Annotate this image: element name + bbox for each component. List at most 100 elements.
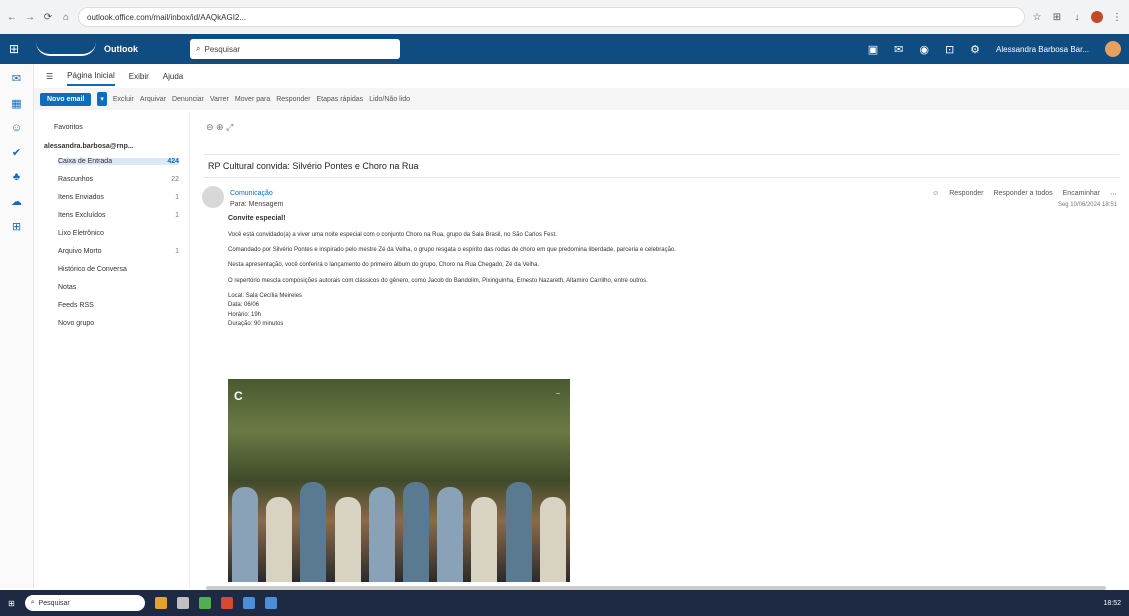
body-paragraph: O repertório mescla composições autorais… xyxy=(228,277,648,284)
event-detail: Data: 06/06 xyxy=(228,302,260,309)
new-mail-dropdown-icon[interactable]: ▾ xyxy=(97,92,107,106)
people-icon[interactable]: ☺ xyxy=(11,122,22,134)
person-figure xyxy=(266,497,293,582)
gear-icon[interactable]: ⚙ xyxy=(970,43,980,56)
folder-label: Notas xyxy=(58,284,77,291)
person-figure xyxy=(471,497,498,582)
todo-icon[interactable]: ✔ xyxy=(12,146,21,159)
read-unread-button[interactable]: Lido/Não lido xyxy=(369,96,410,103)
photo-logo: C xyxy=(234,389,243,403)
outlook-header: ⊞ Outlook ⌕ Pesquisar ▣ ✉ ◉ ⊡ ⚙ Alessand… xyxy=(0,34,1129,64)
message-date: Seg 10/06/2024 18:51 xyxy=(1057,202,1117,208)
refresh-icon[interactable]: ⟳ xyxy=(42,11,54,23)
message-actions: ☺ Responder Responder a todos Encaminhar… xyxy=(932,190,1117,198)
reply-action[interactable]: Responder xyxy=(949,190,983,198)
forward-action[interactable]: Encaminhar xyxy=(1063,190,1100,198)
sender-name[interactable]: Comunicação xyxy=(230,190,273,197)
folder-item-rss[interactable]: Feeds RSS xyxy=(58,302,179,309)
system-clock[interactable]: 18:52 xyxy=(1103,600,1129,607)
onedrive-icon[interactable]: ☁ xyxy=(11,195,22,208)
tab-help[interactable]: Ajuda xyxy=(163,72,183,81)
emoji-icon[interactable]: ☺ xyxy=(932,190,939,198)
store-icon[interactable] xyxy=(198,597,211,609)
folder-label: Lixo Eletrônico xyxy=(58,230,104,237)
event-detail: Duração: 90 minutos xyxy=(228,320,284,327)
folder-item-history[interactable]: Histórico de Conversa xyxy=(58,266,179,273)
search-placeholder: Pesquisar xyxy=(204,44,241,54)
quick-steps-button[interactable]: Etapas rápidas xyxy=(316,96,363,103)
new-mail-button[interactable]: Novo email xyxy=(40,92,92,106)
folder-count: 1 xyxy=(175,194,179,201)
account-name[interactable]: alessandra.barbosa@rnp... xyxy=(44,143,179,150)
person-figure xyxy=(539,497,566,582)
move-to-button[interactable]: Mover para xyxy=(235,96,270,103)
folder-label: Histórico de Conversa xyxy=(58,266,127,273)
menu-icon[interactable]: ⋮ xyxy=(1111,11,1123,23)
teams-taskbar-icon[interactable] xyxy=(220,597,233,609)
delete-button[interactable]: Excluir xyxy=(113,96,134,103)
taskbar-search-label: Pesquisar xyxy=(38,599,70,607)
app-launcher-icon[interactable]: ⊞ xyxy=(0,34,28,64)
folder-item-inbox[interactable]: Caixa de Entrada 424 xyxy=(58,158,179,165)
tab-view[interactable]: Exibir xyxy=(129,72,149,81)
tab-home[interactable]: Página Inicial xyxy=(67,67,115,86)
download-icon[interactable]: ↓ xyxy=(1071,11,1083,23)
folder-item-sent[interactable]: Itens Enviados 1 xyxy=(58,194,179,201)
extensions-icon[interactable]: ⊞ xyxy=(1051,11,1063,23)
bell-icon[interactable]: ✉ xyxy=(894,43,903,56)
event-detail: Local: Sala Cecília Meireles xyxy=(228,293,303,300)
teams-icon[interactable]: ♣ xyxy=(13,171,20,183)
sweep-button[interactable]: Varrer xyxy=(210,96,229,103)
user-avatar[interactable] xyxy=(1105,41,1121,57)
reply-button[interactable]: Responder xyxy=(276,96,310,103)
calendar-icon[interactable]: ▦ xyxy=(11,97,21,110)
more-actions-icon[interactable]: ⋯ xyxy=(1110,190,1117,198)
message-subject: RP Cultural convida: Silvério Pontes e C… xyxy=(204,154,1119,178)
meet-icon[interactable]: ▣ xyxy=(868,43,878,56)
photo-people xyxy=(228,462,570,582)
forward-icon[interactable]: → xyxy=(24,11,36,23)
folder-count: 22 xyxy=(171,176,179,183)
windows-start-icon[interactable]: ⊞ xyxy=(8,599,15,608)
folder-label: Caixa de Entrada xyxy=(58,158,113,165)
apps-icon[interactable]: ⊡ xyxy=(945,43,954,56)
search-input[interactable]: ⌕ Pesquisar xyxy=(190,39,400,59)
user-name[interactable]: Alessandra Barbosa Bar... xyxy=(996,45,1089,54)
taskbar-search[interactable]: ⌕ Pesquisar xyxy=(24,595,145,611)
favorites-header[interactable]: Favoritos xyxy=(54,124,179,131)
folder-item-deleted[interactable]: Itens Excluídos 1 xyxy=(58,212,179,219)
zoom-controls-icon[interactable]: ⊖ ⊕ ⤢ xyxy=(206,122,233,133)
folder-item-notes[interactable]: Notas xyxy=(58,284,179,291)
body-lead: Convite especial! xyxy=(228,215,286,222)
folder-item-archive[interactable]: Arquivo Morto 1 xyxy=(58,248,179,255)
taskview-icon[interactable] xyxy=(154,597,167,609)
reply-all-action[interactable]: Responder a todos xyxy=(993,190,1052,198)
more-apps-icon[interactable]: ⊞ xyxy=(12,220,21,233)
back-icon[interactable]: ← xyxy=(6,11,18,23)
megaphone-icon[interactable]: ◉ xyxy=(919,43,929,56)
person-figure xyxy=(437,487,464,582)
folder-item-junk[interactable]: Lixo Eletrônico xyxy=(58,230,179,237)
profile-avatar[interactable] xyxy=(1091,11,1103,23)
chrome-icon[interactable] xyxy=(242,597,255,609)
folder-item-new-group[interactable]: Novo grupo xyxy=(58,320,179,327)
star-icon[interactable]: ☆ xyxy=(1031,11,1043,23)
address-bar[interactable]: outlook.office.com/mail/inbox/id/AAQkAGI… xyxy=(78,7,1025,27)
unread-count: 424 xyxy=(167,158,179,165)
folder-pane: Favoritos alessandra.barbosa@rnp... Caix… xyxy=(34,112,190,588)
event-photo: C ~ xyxy=(228,379,570,582)
ribbon-tabs: ☰ Página Inicial Exibir Ajuda xyxy=(34,64,1129,88)
mail-icon[interactable]: ✉ xyxy=(12,72,21,85)
home-icon[interactable]: ⌂ xyxy=(60,11,72,23)
outlook-taskbar-icon[interactable] xyxy=(264,597,277,609)
folder-label: Itens Enviados xyxy=(58,194,104,201)
archive-button[interactable]: Arquivar xyxy=(140,96,166,103)
file-explorer-icon[interactable] xyxy=(176,597,189,609)
folder-count: 1 xyxy=(175,212,179,219)
os-taskbar: ⊞ ⌕ Pesquisar 18:52 xyxy=(0,590,1129,616)
folder-label: Novo grupo xyxy=(58,320,95,327)
hamburger-icon[interactable]: ☰ xyxy=(46,72,53,81)
folder-label: Arquivo Morto xyxy=(58,248,102,255)
folder-item-drafts[interactable]: Rascunhos 22 xyxy=(58,176,179,183)
report-button[interactable]: Denunciar xyxy=(172,96,204,103)
